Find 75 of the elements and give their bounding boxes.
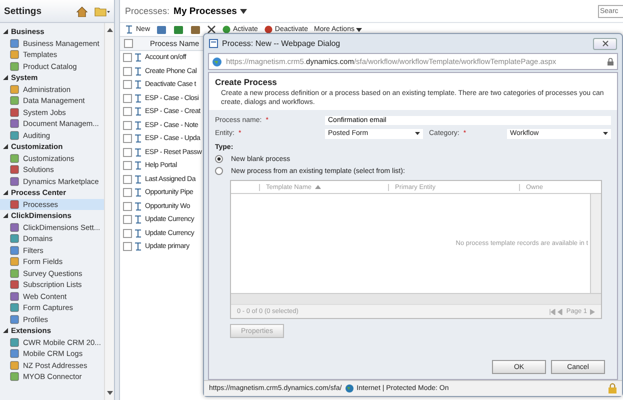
tile-icon <box>10 349 19 358</box>
row-checkbox[interactable] <box>123 202 132 211</box>
globe-icon <box>344 384 354 393</box>
circle-icon <box>264 25 273 34</box>
caret-icon <box>603 132 608 135</box>
tile-icon <box>10 268 19 278</box>
row-checkbox[interactable] <box>123 215 132 224</box>
row-checkbox[interactable] <box>123 148 132 157</box>
scroll-down-icon[interactable] <box>106 389 114 397</box>
browser-icon <box>209 39 218 48</box>
folder-icon[interactable] <box>94 6 110 16</box>
tile-icon <box>10 303 19 312</box>
expand-icon[interactable] <box>3 190 8 196</box>
row-checkbox[interactable] <box>123 161 132 170</box>
row-checkbox[interactable] <box>123 53 132 62</box>
tile-icon <box>10 222 19 232</box>
area-title: Settings <box>4 6 42 16</box>
close-button[interactable] <box>593 38 617 50</box>
scroll-up-icon[interactable] <box>106 26 114 34</box>
tile-icon <box>10 360 19 370</box>
close-icon[interactable] <box>207 25 216 34</box>
row-checkbox[interactable] <box>123 120 132 130</box>
tile-icon <box>10 50 19 60</box>
tile-icon <box>10 130 19 140</box>
expand-icon[interactable] <box>3 144 8 150</box>
tile-icon <box>10 176 19 186</box>
lock-icon <box>608 383 617 394</box>
caret-icon <box>240 8 247 14</box>
tile-icon <box>10 338 19 347</box>
sort-icon <box>314 185 321 189</box>
tile-icon <box>10 96 19 106</box>
tile-icon <box>10 200 19 209</box>
tile-icon <box>10 246 19 255</box>
tile-icon <box>10 257 19 266</box>
tile-icon <box>10 62 19 71</box>
row-checkbox[interactable] <box>123 242 132 252</box>
expand-icon[interactable] <box>3 29 8 34</box>
tile-icon <box>10 119 19 128</box>
row-checkbox[interactable] <box>123 66 132 76</box>
tile-icon <box>10 108 19 117</box>
scrollbar[interactable] <box>590 194 601 293</box>
scrollbar[interactable] <box>104 23 114 400</box>
caret-icon <box>415 132 420 135</box>
circle-icon <box>222 25 232 34</box>
row-checkbox[interactable] <box>123 134 132 144</box>
select-all-checkbox[interactable] <box>124 39 133 48</box>
tile-icon <box>10 372 19 382</box>
row-checkbox[interactable] <box>123 80 132 90</box>
tile-icon <box>10 314 19 324</box>
tile-icon <box>10 84 19 94</box>
row-checkbox[interactable] <box>123 188 132 198</box>
expand-icon[interactable] <box>3 75 8 80</box>
row-checkbox[interactable] <box>123 174 132 184</box>
expand-icon[interactable] <box>3 328 8 334</box>
pager-first-icon[interactable] <box>549 308 564 314</box>
dialog-heading: Create Process <box>215 77 278 87</box>
tile-icon <box>10 234 19 244</box>
close-icon <box>602 40 608 47</box>
lock-icon <box>607 58 614 66</box>
home-icon[interactable] <box>76 6 88 16</box>
dialog-title: Process: New -- Webpage Dialog <box>222 39 340 48</box>
tile-icon <box>10 280 19 290</box>
tile-icon <box>10 292 19 301</box>
row-checkbox[interactable] <box>123 228 132 238</box>
row-checkbox[interactable] <box>123 94 132 103</box>
expand-icon[interactable] <box>3 213 8 218</box>
tile-icon <box>10 154 19 163</box>
view-selector[interactable]: My Processes <box>174 6 247 16</box>
tile-icon <box>10 38 19 48</box>
row-checkbox[interactable] <box>123 107 132 116</box>
scrollbar[interactable] <box>231 293 601 304</box>
globe-icon <box>212 56 222 66</box>
pager-next-icon[interactable] <box>590 308 595 314</box>
tile-icon <box>10 165 19 174</box>
view-label: Processes: <box>125 6 170 16</box>
